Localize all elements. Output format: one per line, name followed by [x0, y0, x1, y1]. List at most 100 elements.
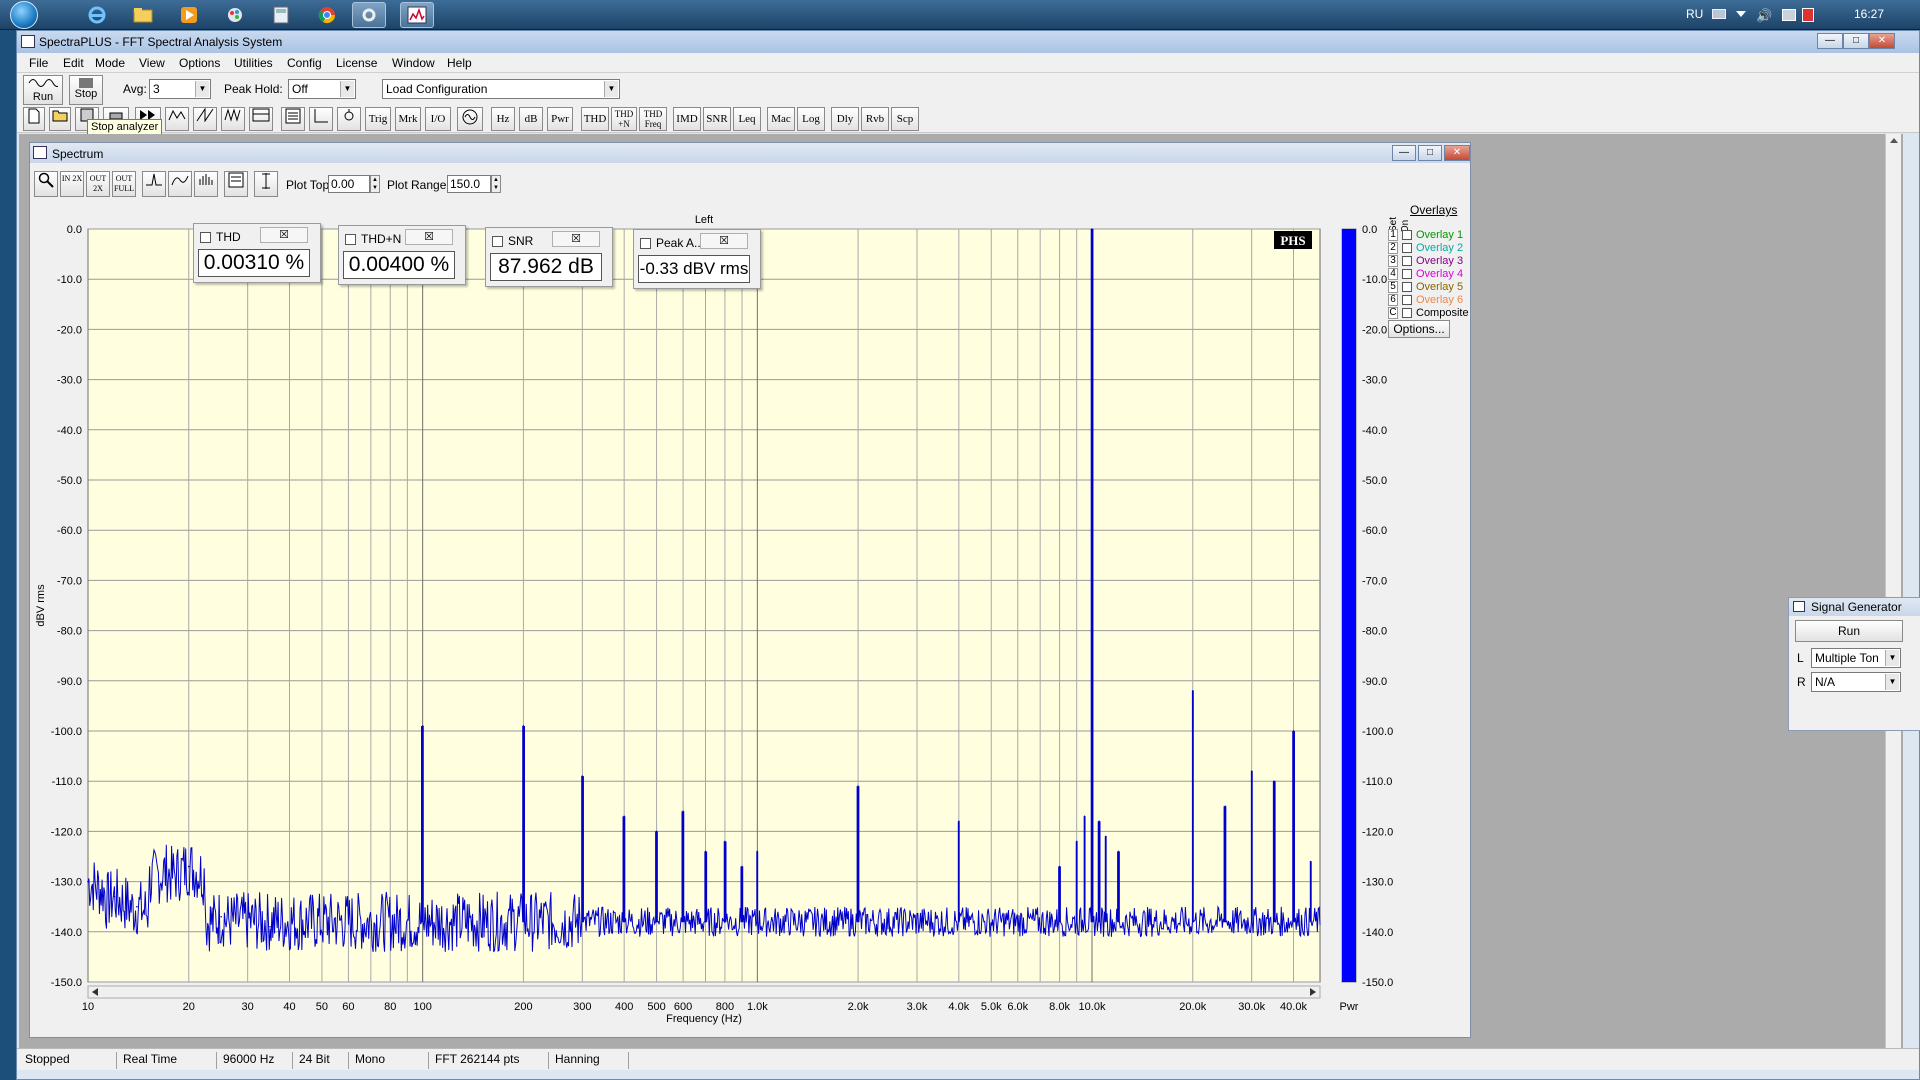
- thd-meter-close-button[interactable]: ☒: [260, 227, 308, 243]
- overlay-options-button[interactable]: Options...: [1388, 320, 1450, 338]
- scp-button[interactable]: Scp: [891, 107, 919, 131]
- settings-icon[interactable]: [352, 2, 386, 28]
- data-table-button[interactable]: [224, 171, 248, 197]
- thd-meter[interactable]: THD ☒ 0.00310 %: [193, 223, 321, 283]
- keyboard-icon[interactable]: [1712, 9, 1726, 19]
- spectrum-close-button[interactable]: ✕: [1444, 145, 1470, 161]
- media-player-icon[interactable]: [172, 2, 206, 28]
- internet-explorer-icon[interactable]: [80, 2, 114, 28]
- time-series-button[interactable]: [165, 107, 189, 131]
- bar-display-button[interactable]: [194, 171, 218, 197]
- minimize-button[interactable]: —: [1817, 33, 1843, 49]
- overlay-set-number[interactable]: 4: [1388, 268, 1398, 280]
- spectrum-minimize-button[interactable]: —: [1392, 145, 1416, 161]
- overlay-set-number[interactable]: 1: [1388, 229, 1398, 241]
- volume-icon[interactable]: 🔊: [1756, 8, 1772, 24]
- window-titlebar[interactable]: SpectraPLUS - FFT Spectral Analysis Syst…: [17, 31, 1919, 53]
- thd-freq-button[interactable]: THD Freq: [639, 107, 667, 131]
- generator-run-button[interactable]: Run: [1795, 620, 1903, 642]
- snr-meter[interactable]: SNR ☒ 87.962 dB: [485, 227, 613, 287]
- plot-range-input[interactable]: 150.0: [447, 175, 491, 193]
- maximize-button[interactable]: □: [1843, 33, 1869, 49]
- new-file-button[interactable]: [23, 107, 45, 131]
- menu-file[interactable]: File: [29, 56, 48, 70]
- folder-icon[interactable]: [126, 2, 160, 28]
- overlay-set-number[interactable]: 3: [1388, 255, 1398, 267]
- signal-generator-titlebar[interactable]: Signal Generator: [1789, 598, 1920, 616]
- thd-n-button[interactable]: THD +N: [611, 107, 637, 131]
- spectrum-plot[interactable]: Left 0.0 -10.0 -20.0 -30.0 -40.0 -50.0 -60.0 -70…: [30, 201, 1410, 1035]
- db-button[interactable]: dB: [519, 107, 543, 131]
- waterfall-button[interactable]: [221, 107, 245, 131]
- list-view-button[interactable]: [281, 107, 305, 131]
- show-hidden-icons-icon[interactable]: [1736, 11, 1746, 17]
- overlay-on-checkbox[interactable]: [1402, 295, 1412, 305]
- avg-select[interactable]: 3 ▼: [149, 79, 211, 99]
- close-button[interactable]: ✕: [1869, 33, 1895, 49]
- menu-view[interactable]: View: [139, 56, 165, 70]
- thd-button[interactable]: THD: [581, 107, 609, 131]
- spectrum-titlebar[interactable]: Spectrum — □ ✕: [30, 143, 1470, 163]
- thd-n-meter-close-button[interactable]: ☒: [405, 229, 453, 245]
- left-channel-select[interactable]: Multiple Ton ▼: [1811, 648, 1901, 668]
- io-button[interactable]: I/O: [425, 107, 451, 131]
- dly-button[interactable]: Dly: [831, 107, 859, 131]
- overlay-set-number[interactable]: 5: [1388, 281, 1398, 293]
- overlay-on-checkbox[interactable]: [1402, 308, 1412, 318]
- zoom-out-2x-button[interactable]: OUT 2X: [86, 171, 110, 197]
- log-button[interactable]: Log: [797, 107, 825, 131]
- stop-button[interactable]: Stop: [69, 75, 103, 105]
- overlay-on-checkbox[interactable]: [1402, 243, 1412, 253]
- overlay-set-number[interactable]: C: [1388, 307, 1398, 319]
- right-channel-select[interactable]: N/A ▼: [1811, 672, 1901, 692]
- menu-config[interactable]: Config: [287, 56, 322, 70]
- menu-license[interactable]: License: [336, 56, 377, 70]
- imd-button[interactable]: IMD: [673, 107, 701, 131]
- peak-amplitude-meter[interactable]: Peak A... ☒ -0.33 dBV rms: [633, 229, 761, 289]
- vertical-scrollbar[interactable]: [1885, 134, 1901, 1048]
- chrome-icon[interactable]: [310, 2, 344, 28]
- calibration-button[interactable]: [337, 107, 361, 131]
- snr-meter-close-button[interactable]: ☒: [552, 231, 600, 247]
- snr-button[interactable]: SNR: [703, 107, 731, 131]
- overlay-on-checkbox[interactable]: [1402, 230, 1412, 240]
- scroll-up-icon[interactable]: [1889, 138, 1898, 143]
- overlay-on-checkbox[interactable]: [1402, 256, 1412, 266]
- overlay-on-checkbox[interactable]: [1402, 269, 1412, 279]
- plot-top-spinner[interactable]: ▲ ▼: [370, 175, 380, 193]
- menu-help[interactable]: Help: [447, 56, 472, 70]
- overlays-title[interactable]: Overlays: [1410, 203, 1457, 217]
- zoom-in-2x-button[interactable]: IN 2X: [60, 171, 84, 197]
- mac-button[interactable]: Mac: [767, 107, 795, 131]
- hz-button[interactable]: Hz: [491, 107, 515, 131]
- trig-button[interactable]: Trig: [365, 107, 391, 131]
- mrk-button[interactable]: Mrk: [395, 107, 421, 131]
- menu-utilities[interactable]: Utilities: [234, 56, 273, 70]
- leq-button[interactable]: Leq: [733, 107, 761, 131]
- envelope-button[interactable]: [168, 171, 192, 197]
- peak-hold-select[interactable]: Off ▼: [288, 79, 356, 99]
- menu-options[interactable]: Options: [179, 56, 220, 70]
- action-center-flag-icon[interactable]: [1802, 8, 1814, 22]
- load-configuration-select[interactable]: Load Configuration ▼: [382, 79, 620, 99]
- calculator-icon[interactable]: [264, 2, 298, 28]
- run-button[interactable]: Run: [23, 75, 63, 105]
- zoom-out-full-button[interactable]: OUT FULL: [112, 171, 136, 197]
- generator-button[interactable]: [457, 107, 483, 131]
- peak-amplitude-meter-close-button[interactable]: ☒: [700, 233, 748, 249]
- spectrogram-button[interactable]: [249, 107, 273, 131]
- plot-top-input[interactable]: 0.00: [328, 175, 370, 193]
- overlay-set-number[interactable]: 2: [1388, 242, 1398, 254]
- axis-button[interactable]: [309, 107, 333, 131]
- peak-display-button[interactable]: [142, 171, 166, 197]
- menu-window[interactable]: Window: [392, 56, 435, 70]
- spectrum-restore-button[interactable]: □: [1418, 145, 1442, 161]
- paint-icon[interactable]: [218, 2, 252, 28]
- overlay-set-number[interactable]: 6: [1388, 294, 1398, 306]
- network-icon[interactable]: [1782, 9, 1796, 21]
- language-indicator[interactable]: RU: [1686, 7, 1703, 21]
- rvb-button[interactable]: Rvb: [861, 107, 889, 131]
- spectraplus-icon[interactable]: [400, 2, 434, 28]
- overlay-on-checkbox[interactable]: [1402, 282, 1412, 292]
- ramp-button[interactable]: [193, 107, 217, 131]
